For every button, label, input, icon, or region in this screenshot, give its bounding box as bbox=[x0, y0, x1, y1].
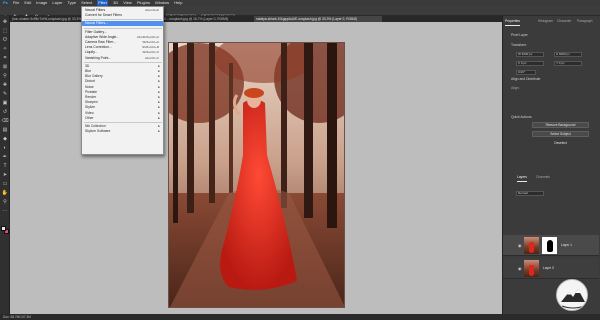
menu-item-label: Pixelate bbox=[85, 89, 98, 94]
menu-item-label: Lens Correction... bbox=[85, 45, 112, 50]
transform-field[interactable]: 0.00° bbox=[516, 70, 536, 75]
tools-panel: ✥ ⬚ ʘ ✧ ⌗ ⊠ ⚲ ✚ ✎ ▣ ↺ ⌫ ▤ ◆ ◐ ✒ T ➤ ▭ ✋ ⚲ ⋯ bbox=[0, 16, 10, 314]
panel-tab[interactable]: Paragraph bbox=[577, 17, 592, 26]
layer-row[interactable]: ◉ Layer 0 bbox=[503, 258, 599, 279]
lasso-tool-icon[interactable]: ʘ bbox=[1, 37, 9, 44]
transform-field[interactable]: H 6000 px bbox=[554, 52, 582, 57]
menu-item-label: Filter Gallery... bbox=[85, 29, 107, 34]
menu-separator bbox=[84, 61, 162, 63]
frame-tool-icon[interactable]: ⊠ bbox=[1, 64, 9, 71]
gradient-tool-icon[interactable]: ▤ bbox=[1, 127, 9, 134]
layer-name[interactable]: Layer 1 bbox=[561, 243, 572, 247]
channel-logo bbox=[556, 279, 588, 311]
align-heading: Align and Distribute bbox=[511, 77, 541, 81]
eye-icon[interactable]: ◉ bbox=[518, 243, 522, 248]
panel-tab[interactable]: Properties bbox=[505, 17, 521, 26]
menu-item-label: 3D bbox=[85, 63, 90, 68]
panel-tab[interactable]: Character bbox=[557, 17, 571, 26]
menu-item-label: Convert for Smart Filters bbox=[85, 13, 122, 18]
layers-panel-tab[interactable]: Layers bbox=[517, 173, 527, 182]
filter-menu-item[interactable]: Skylum Software ▸ bbox=[82, 129, 163, 134]
filter-menu-item[interactable]: Other ▸ bbox=[82, 116, 163, 121]
shape-tool-icon[interactable]: ▭ bbox=[1, 181, 9, 188]
menu-separator bbox=[84, 27, 162, 29]
eyedropper-tool-icon[interactable]: ⚲ bbox=[1, 73, 9, 80]
pixel-layer-label: Pixel Layer bbox=[511, 33, 528, 37]
transform-field[interactable]: W 4000 px bbox=[516, 52, 544, 57]
quick-select-tool-icon[interactable]: ✧ bbox=[1, 46, 9, 53]
filter-menu-item[interactable]: Vanishing Point... Alt+Ctrl+V bbox=[82, 56, 163, 61]
transform-field[interactable]: X 0 px bbox=[516, 61, 544, 66]
dodge-tool-icon[interactable]: ◐ bbox=[1, 145, 9, 152]
forest-photo bbox=[169, 43, 344, 307]
panel-tab[interactable]: Histogram bbox=[538, 17, 553, 26]
status-bar: Doc: 68.7M/137.3M bbox=[0, 314, 600, 320]
menu-item-label: Vanishing Point... bbox=[85, 55, 112, 60]
document-canvas-image[interactable] bbox=[168, 42, 345, 308]
menu-item-label: Other bbox=[85, 115, 94, 120]
menu-item-label: Sharpen bbox=[85, 100, 98, 105]
quick-actions-heading: Quick Actions bbox=[511, 115, 532, 119]
transform-field[interactable]: Y 0 px bbox=[554, 61, 582, 66]
crop-tool-icon[interactable]: ⌗ bbox=[1, 55, 9, 62]
photoshop-window: Ps File Edit Image Layer Type Select Filter 3D Vi… bbox=[0, 0, 600, 320]
remove-background-button[interactable]: Remove Background bbox=[532, 122, 589, 128]
menu-item-label: Video bbox=[85, 110, 94, 115]
filter-menu: Neural Filters Alt+Ctrl+F Convert for Smar… bbox=[81, 6, 164, 155]
deselect-button[interactable]: Deselect bbox=[532, 140, 589, 146]
blend-mode-select[interactable]: Normal bbox=[516, 191, 544, 196]
menu-item-label: Liquify... bbox=[85, 50, 98, 55]
transform-heading: Transform bbox=[511, 43, 527, 47]
move-tool-icon[interactable]: ✥ bbox=[1, 19, 9, 26]
filter-menu-item[interactable]: Neural Filters... bbox=[82, 21, 163, 27]
menu-item-label: Adaptive Wide Angle... bbox=[85, 34, 120, 39]
menu-item-label: Camera Raw Filter... bbox=[85, 40, 116, 44]
menu-item-label: Distort bbox=[85, 79, 95, 84]
menu-item-label: Neural Filters bbox=[85, 8, 106, 12]
stamp-tool-icon[interactable]: ▣ bbox=[1, 100, 9, 107]
menu-item-label: Skylum Software bbox=[85, 129, 111, 134]
align-label: Align: bbox=[511, 86, 520, 90]
menu-item-label: Render bbox=[85, 95, 97, 99]
layers-panel-tab[interactable]: Channels bbox=[536, 173, 550, 182]
filter-menu-item[interactable]: Convert for Smart Filters bbox=[82, 13, 163, 18]
select-subject-panel-button[interactable]: Select Subject bbox=[532, 131, 589, 137]
menu-item-label: Stylize bbox=[85, 105, 95, 110]
menu-item-label: Blur Gallery bbox=[85, 74, 103, 79]
hand-tool-icon[interactable]: ✋ bbox=[1, 190, 9, 197]
layer-thumbnail bbox=[524, 237, 539, 254]
layer-name[interactable]: Layer 0 bbox=[543, 266, 554, 270]
more-tools-icon[interactable]: ⋯ bbox=[1, 208, 9, 215]
layer-row[interactable]: ◉ Layer 1 bbox=[503, 235, 599, 256]
path-select-tool-icon[interactable]: ➤ bbox=[1, 172, 9, 179]
zoom-tool-icon[interactable]: ⚲ bbox=[1, 199, 9, 206]
menu-item-label: Noise bbox=[85, 84, 94, 89]
eraser-tool-icon[interactable]: ⌫ bbox=[1, 118, 9, 125]
menu-separator bbox=[84, 122, 162, 123]
menu-separator bbox=[84, 19, 162, 21]
healing-tool-icon[interactable]: ✚ bbox=[1, 82, 9, 89]
menu-item-shortcut: Alt+Ctrl+V bbox=[144, 55, 159, 60]
chevron-right-icon: ▸ bbox=[158, 115, 160, 120]
chevron-right-icon: ▸ bbox=[158, 129, 160, 134]
layer-mask-thumbnail[interactable] bbox=[542, 237, 557, 254]
menu-item-label: Neural Filters... bbox=[85, 21, 108, 26]
menu-item-label: Blur bbox=[85, 69, 92, 73]
history-brush-tool-icon[interactable]: ↺ bbox=[1, 109, 9, 116]
pen-tool-icon[interactable]: ✒ bbox=[1, 154, 9, 161]
foreground-color-swatch[interactable] bbox=[1, 226, 6, 231]
eye-icon[interactable]: ◉ bbox=[518, 266, 522, 271]
type-tool-icon[interactable]: T bbox=[1, 163, 9, 170]
blur-tool-icon[interactable]: ◆ bbox=[1, 136, 9, 143]
marquee-tool-icon[interactable]: ⬚ bbox=[1, 28, 9, 35]
layer-thumbnail bbox=[524, 260, 539, 277]
menu-item-label: Nik Collection bbox=[85, 124, 106, 128]
brush-tool-icon[interactable]: ✎ bbox=[1, 91, 9, 98]
